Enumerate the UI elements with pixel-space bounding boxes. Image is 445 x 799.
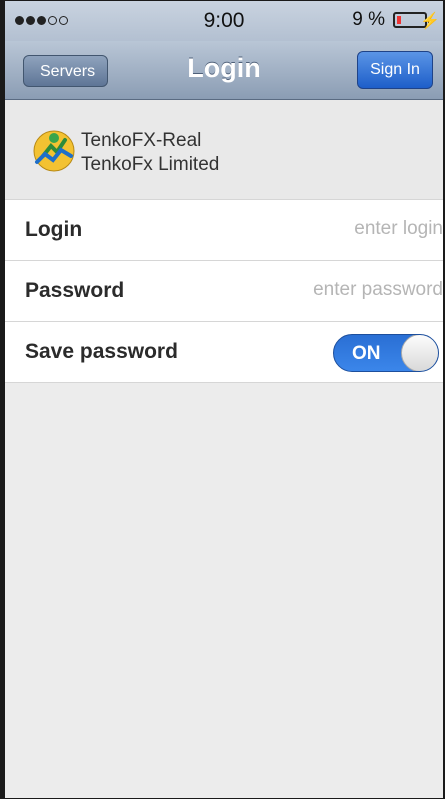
save-password-toggle[interactable]: ON bbox=[333, 334, 439, 372]
password-row[interactable]: Password bbox=[5, 261, 443, 322]
password-input[interactable] bbox=[223, 275, 443, 305]
sign-in-button[interactable]: Sign In bbox=[357, 51, 433, 89]
server-header: TenkoFX-Real TenkoFx Limited bbox=[5, 100, 443, 199]
navigation-bar: Servers Login Sign In bbox=[5, 41, 443, 100]
login-form: Login Password Save password ON bbox=[5, 199, 443, 383]
login-label: Login bbox=[25, 218, 83, 241]
password-label: Password bbox=[25, 279, 125, 302]
login-input[interactable] bbox=[223, 214, 443, 244]
toggle-knob bbox=[401, 335, 438, 371]
charging-icon: ⚡ bbox=[420, 13, 440, 30]
login-row[interactable]: Login bbox=[5, 200, 443, 261]
save-password-row: Save password ON bbox=[5, 322, 443, 383]
save-password-label: Save password bbox=[25, 340, 178, 363]
status-bar: 9:00 9 % ⚡ bbox=[5, 1, 443, 41]
server-company: TenkoFx Limited bbox=[81, 154, 220, 175]
battery-percent: 9 % bbox=[352, 9, 385, 30]
empty-background bbox=[5, 384, 443, 798]
toggle-on-text: ON bbox=[352, 343, 381, 364]
metatrader-logo-icon bbox=[33, 130, 75, 172]
app-screen: 9:00 9 % ⚡ Servers Login Sign In TenkoFX… bbox=[0, 0, 445, 799]
server-name: TenkoFX-Real bbox=[81, 130, 202, 151]
